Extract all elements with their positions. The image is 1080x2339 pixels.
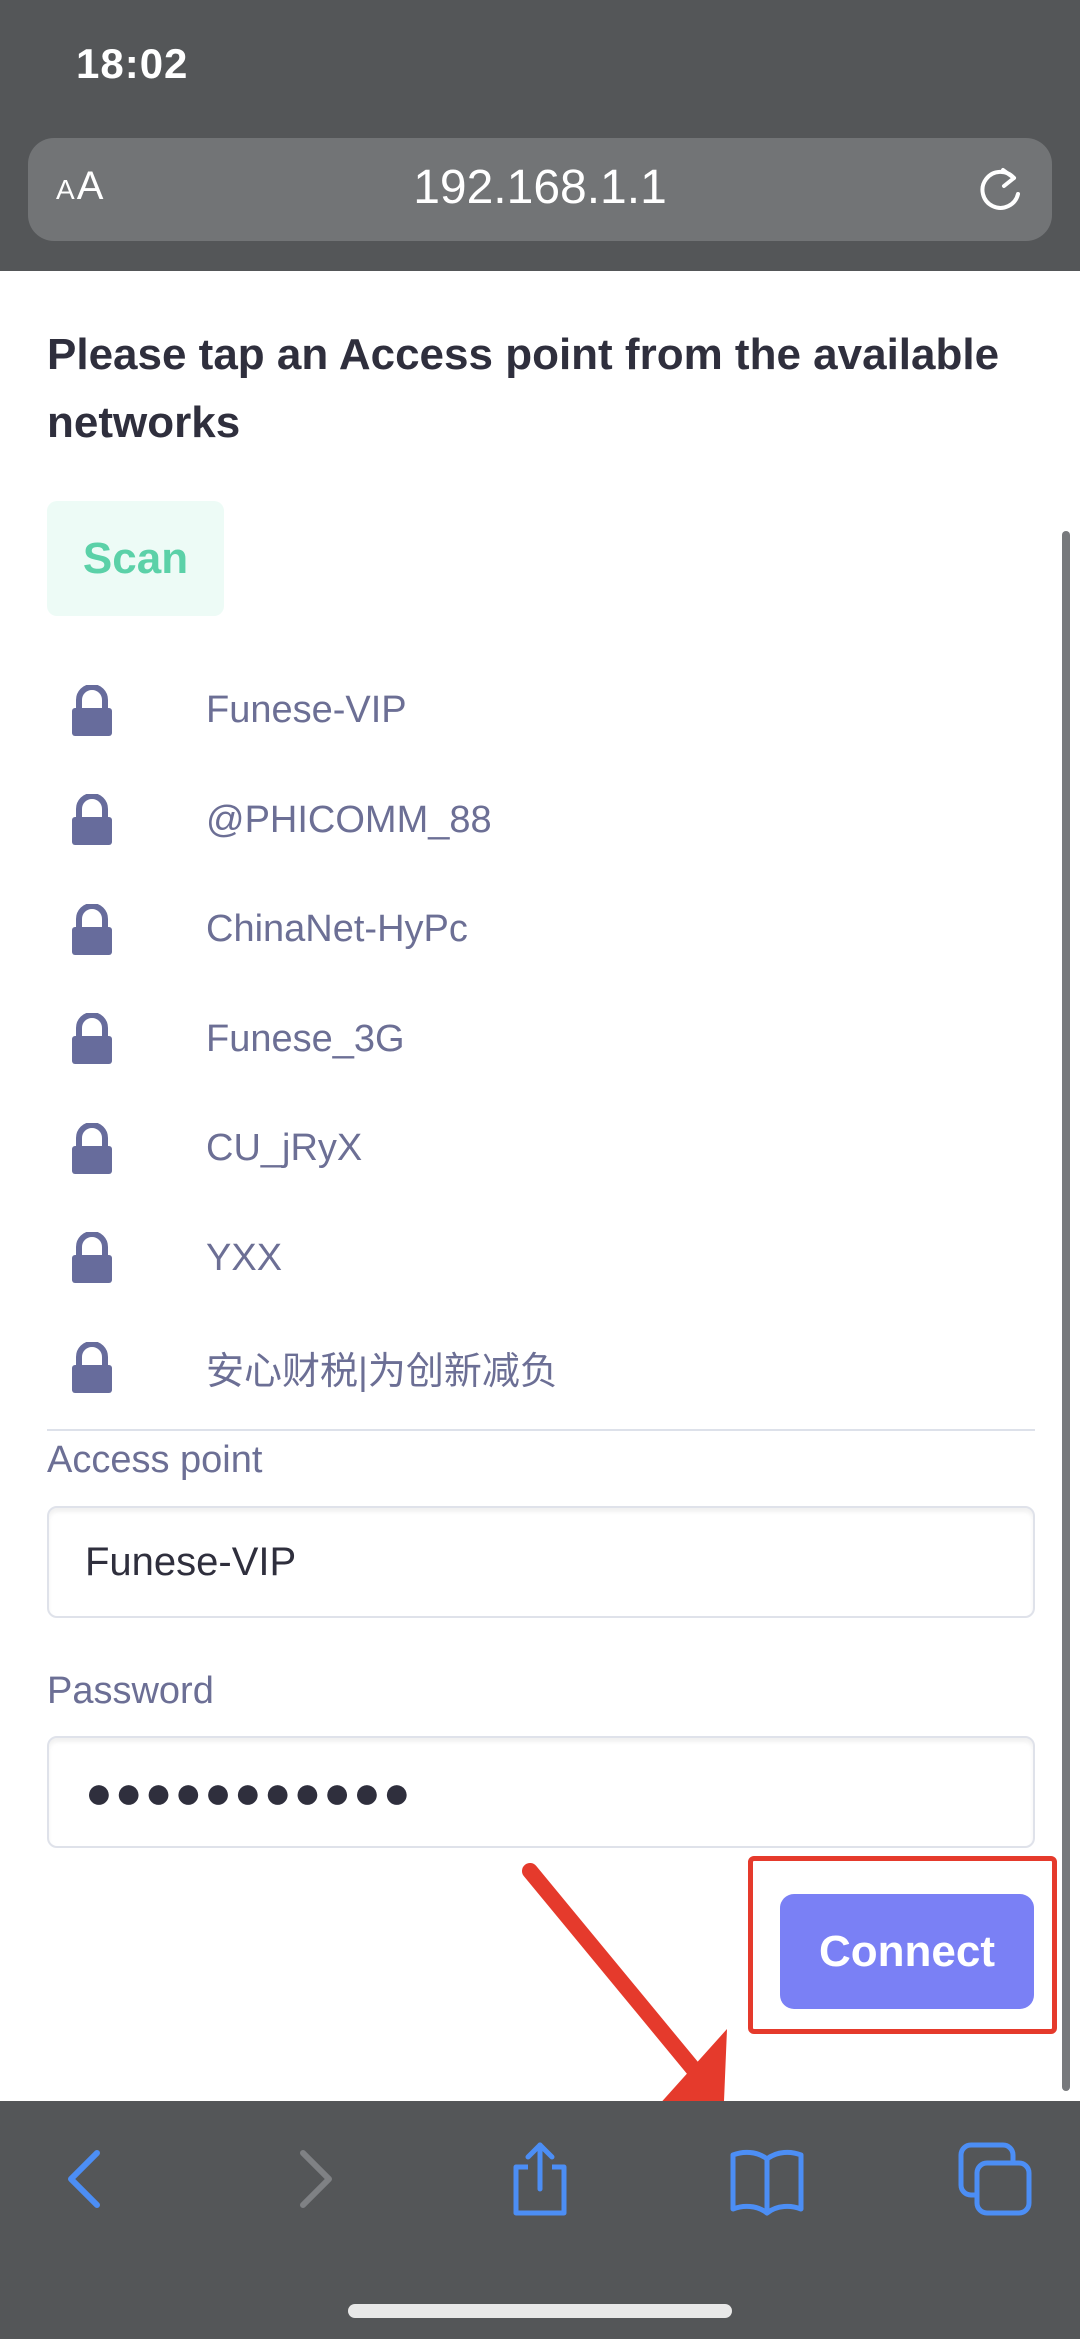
home-indicator: [348, 2304, 732, 2318]
network-item[interactable]: Funese-VIP: [47, 656, 1035, 766]
annotation-arrow-icon: [522, 1863, 727, 2107]
share-icon: [513, 2142, 567, 2216]
lock-icon: [72, 1013, 112, 1065]
address-bar[interactable]: A A 192.168.1.1: [28, 138, 1052, 241]
tabs-icon: [958, 2142, 1032, 2216]
reload-icon[interactable]: [974, 164, 1026, 216]
bookmarks-icon: [730, 2149, 804, 2216]
password-value: ●●●●●●●●●●●: [85, 1766, 413, 1818]
browser-bottom-toolbar: [0, 2101, 1080, 2339]
lock-icon: [72, 1341, 112, 1393]
network-item[interactable]: YXX: [47, 1204, 1035, 1314]
forward-icon: [300, 2150, 332, 2208]
scrollbar[interactable]: [1062, 531, 1070, 2091]
status-time: 18:02: [76, 40, 189, 87]
network-item[interactable]: @PHICOMM_88: [47, 766, 1035, 876]
network-list: Funese-VIP @PHICOMM_88 ChinaNet-HyPc Fun…: [47, 656, 1035, 1423]
network-item[interactable]: CU_jRyX: [47, 1094, 1035, 1204]
lock-icon: [72, 903, 112, 955]
network-item[interactable]: 安心财税|为创新减负: [47, 1313, 1035, 1423]
forward-button[interactable]: [275, 2139, 355, 2219]
lock-icon: [72, 1232, 112, 1284]
network-name: ChinaNet-HyPc: [206, 908, 468, 951]
screen: 18:02 A A 192.168.1.1 Please tap an Acce…: [0, 0, 1080, 2339]
network-name: YXX: [206, 1236, 283, 1279]
access-point-input[interactable]: Funese-VIP: [47, 1506, 1035, 1618]
lock-icon: [72, 1122, 112, 1174]
url-text[interactable]: 192.168.1.1: [28, 160, 1052, 215]
network-name: @PHICOMM_88: [206, 798, 492, 841]
browser-top-chrome: 18:02 A A 192.168.1.1: [0, 0, 1080, 271]
access-point-value: Funese-VIP: [85, 1539, 297, 1584]
scan-button[interactable]: Scan: [47, 501, 224, 616]
back-icon: [68, 2150, 100, 2208]
divider: [47, 1429, 1035, 1431]
page-prompt: Please tap an Access point from the avai…: [47, 330, 1000, 447]
page-content: Please tap an Access point from the avai…: [0, 271, 1080, 2107]
access-point-label: Access point: [47, 1439, 263, 1481]
network-name: CU_jRyX: [206, 1127, 363, 1170]
lock-icon: [72, 794, 112, 846]
network-name: Funese_3G: [206, 1017, 405, 1060]
password-label: Password: [47, 1670, 214, 1712]
annotation-highlight-box: [748, 1856, 1057, 2034]
bookmarks-button[interactable]: [727, 2139, 807, 2219]
network-item[interactable]: ChinaNet-HyPc: [47, 875, 1035, 985]
network-name: Funese-VIP: [206, 689, 407, 732]
back-button[interactable]: [45, 2139, 125, 2219]
tabs-button[interactable]: [955, 2139, 1035, 2219]
lock-icon: [72, 684, 112, 736]
network-name: 安心财税|为创新减负: [206, 1351, 558, 1394]
network-item[interactable]: Funese_3G: [47, 985, 1035, 1095]
password-input[interactable]: ●●●●●●●●●●●: [47, 1736, 1035, 1848]
share-button[interactable]: [500, 2139, 580, 2219]
